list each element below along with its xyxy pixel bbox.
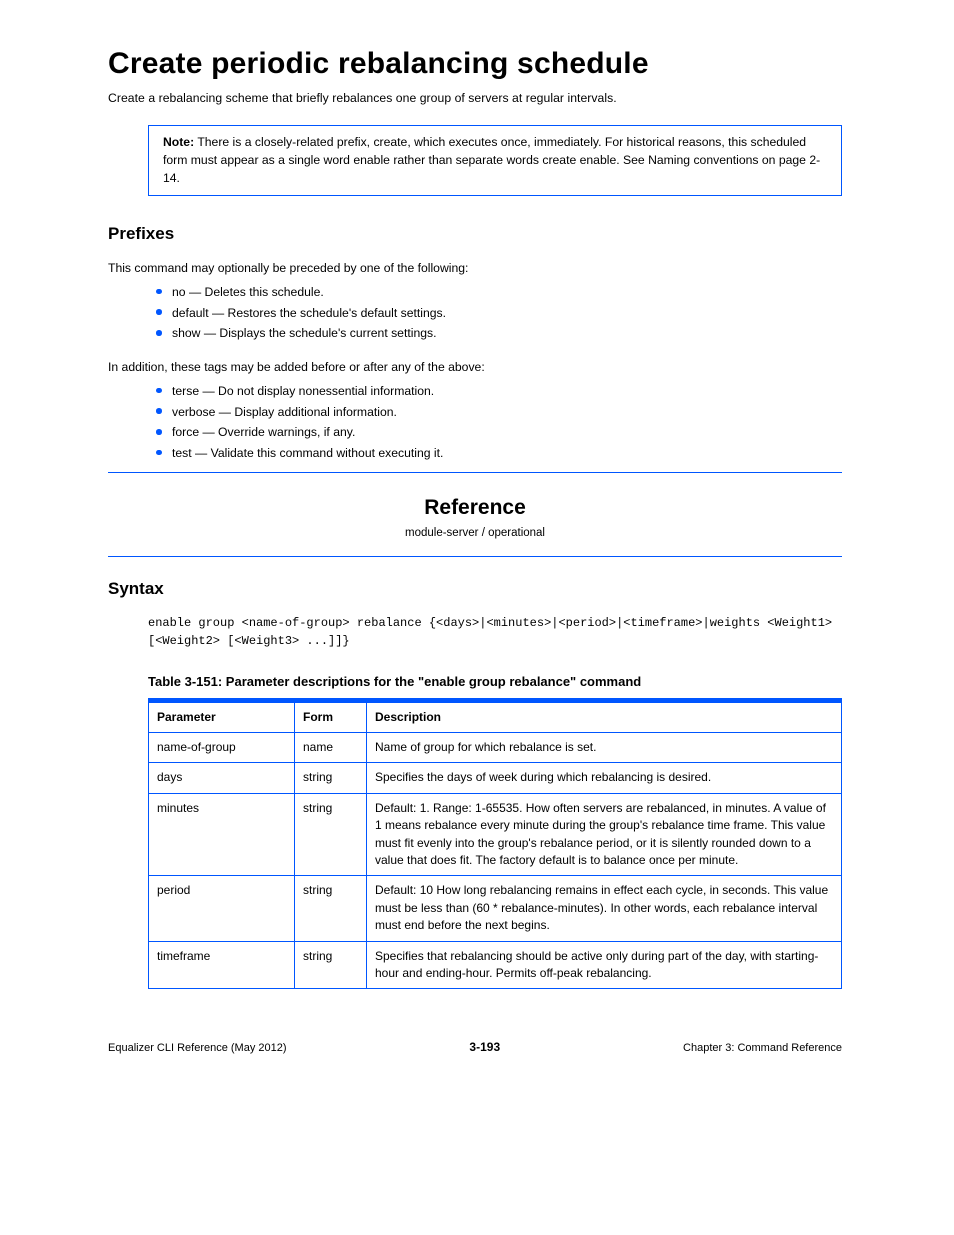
tags-intro: In addition, these tags may be added bef… (108, 358, 842, 377)
params-table: Parameter Form Description name-of-group… (148, 698, 842, 990)
cell-form: string (295, 793, 367, 876)
prefixes-intro: This command may optionally be preceded … (108, 259, 842, 278)
cell-desc: Specifies the days of week during which … (367, 763, 842, 793)
tags-list: terse — Do not display nonessential info… (108, 381, 842, 464)
page-subtitle: Create a rebalancing scheme that briefly… (108, 90, 842, 108)
prefixes-list: no — Deletes this schedule. default — Re… (108, 282, 842, 344)
reference-heading: Reference (108, 493, 842, 523)
cell-form: string (295, 763, 367, 793)
cell-param: minutes (149, 793, 295, 876)
list-item: test — Validate this command without exe… (108, 443, 842, 464)
cell-param: days (149, 763, 295, 793)
table-row: name-of-group name Name of group for whi… (149, 733, 842, 763)
page: Create periodic rebalancing schedule Cre… (0, 0, 954, 1235)
col-header-form: Form (295, 700, 367, 732)
cell-form: string (295, 876, 367, 941)
table-caption: Table 3-151: Parameter descriptions for … (148, 673, 842, 692)
cell-param: timeframe (149, 941, 295, 989)
list-item: force — Override warnings, if any. (108, 422, 842, 443)
cell-desc: Default: 10 How long rebalancing remains… (367, 876, 842, 941)
cell-form: name (295, 733, 367, 763)
cell-desc: Name of group for which rebalance is set… (367, 733, 842, 763)
syntax-heading: Syntax (108, 577, 842, 602)
col-header-description: Description (367, 700, 842, 732)
list-item: show — Displays the schedule's current s… (108, 323, 842, 344)
footer-right: Chapter 3: Command Reference (683, 1041, 842, 1057)
table-row: timeframe string Specifies that rebalanc… (149, 941, 842, 989)
footer-left: Equalizer CLI Reference (May 2012) (108, 1041, 287, 1057)
page-footer: Equalizer CLI Reference (May 2012) 3-193… (108, 1039, 842, 1057)
cell-form: string (295, 941, 367, 989)
table-row: days string Specifies the days of week d… (149, 763, 842, 793)
cell-desc: Specifies that rebalancing should be act… (367, 941, 842, 989)
divider (108, 556, 842, 557)
cell-param: name-of-group (149, 733, 295, 763)
footer-page-number: 3-193 (287, 1039, 684, 1056)
list-item: no — Deletes this schedule. (108, 282, 842, 303)
note-box: Note: There is a closely-related prefix,… (148, 125, 842, 196)
cell-desc: Default: 1. Range: 1-65535. How often se… (367, 793, 842, 876)
table-row: period string Default: 10 How long rebal… (149, 876, 842, 941)
page-title: Create periodic rebalancing schedule (108, 42, 842, 86)
note-text: There is a closely-related prefix, creat… (163, 135, 820, 184)
syntax-code: enable group <name-of-group> rebalance {… (148, 614, 842, 651)
list-item: verbose — Display additional information… (108, 402, 842, 423)
prefixes-heading: Prefixes (108, 222, 842, 247)
table-row: minutes string Default: 1. Range: 1-6553… (149, 793, 842, 876)
note-label: Note: (163, 135, 194, 149)
list-item: terse — Do not display nonessential info… (108, 381, 842, 402)
col-header-parameter: Parameter (149, 700, 295, 732)
list-item: default — Restores the schedule's defaul… (108, 303, 842, 324)
reference-sub: module-server / operational (108, 525, 842, 542)
divider (108, 472, 842, 473)
cell-param: period (149, 876, 295, 941)
params-table-wrap: Table 3-151: Parameter descriptions for … (148, 673, 842, 990)
reference-header: Reference module-server / operational (108, 493, 842, 542)
